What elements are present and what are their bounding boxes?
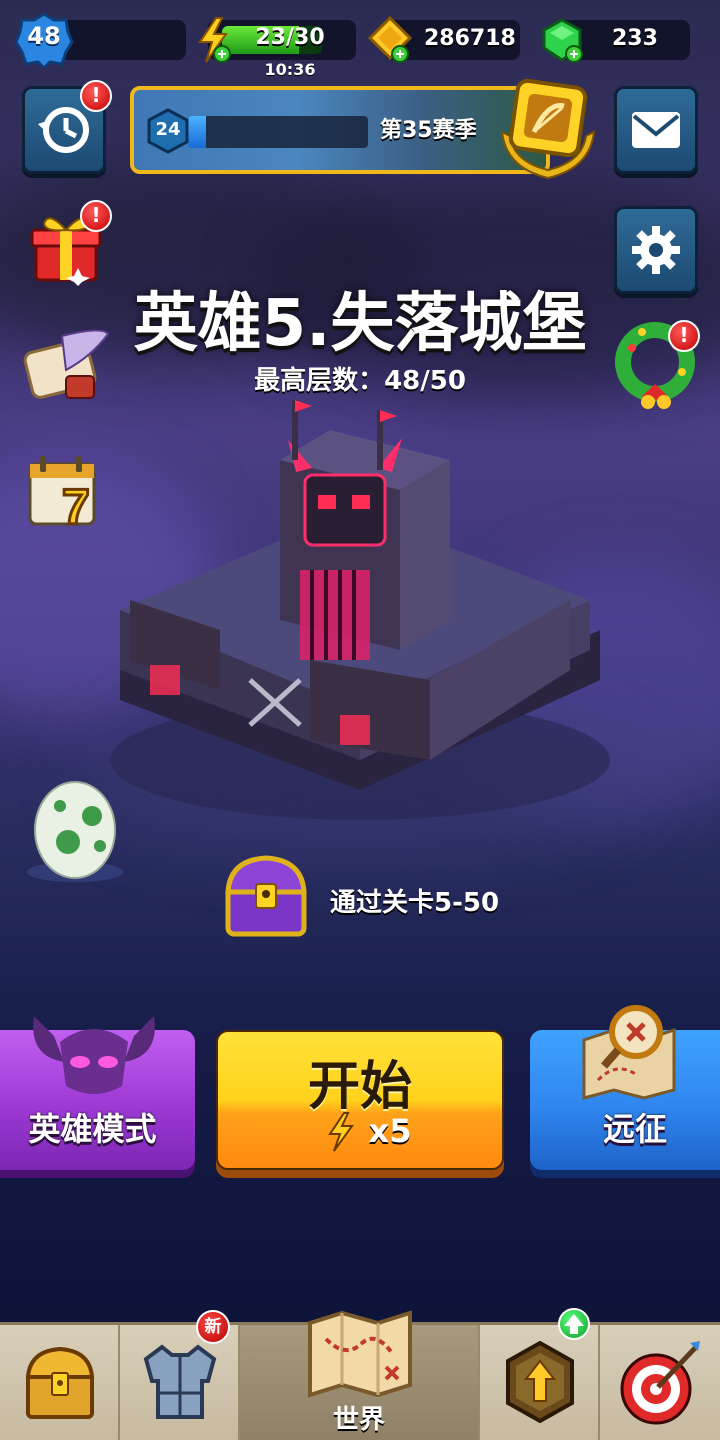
- start-button[interactable]: 开始 x5: [216, 1030, 504, 1170]
- treasure-map-magnifier-icon: [582, 1005, 676, 1100]
- reward-condition-text: 通过关卡5-50: [330, 888, 500, 918]
- world-map-icon: [308, 1310, 412, 1398]
- armor-chestplate-icon: [143, 1344, 217, 1419]
- demon-head-icon: [33, 1016, 155, 1094]
- coin-plus-icon[interactable]: [366, 16, 414, 64]
- gem-count: 233: [612, 26, 658, 51]
- spotted-egg-icon[interactable]: [20, 776, 130, 886]
- season-level: 24: [155, 119, 181, 140]
- nav-target-tab[interactable]: [600, 1325, 720, 1440]
- hero-mode-button[interactable]: 英雄模式: [0, 1016, 195, 1170]
- upgrade-available-badge: [558, 1308, 590, 1340]
- bottom-nav: 世界: [0, 1310, 720, 1440]
- gear-icon: [632, 226, 680, 274]
- coin-count: 286718: [424, 26, 516, 51]
- nav-world-label: 世界: [332, 1405, 385, 1435]
- energy-count: 23/30: [255, 25, 325, 50]
- castle-illustration: [110, 400, 610, 820]
- archery-target-icon: [620, 1341, 700, 1425]
- start-label: 开始: [307, 1057, 412, 1117]
- gem-plus-icon[interactable]: [538, 16, 586, 64]
- mail-button[interactable]: [614, 86, 698, 174]
- new-badge: 新: [196, 1310, 230, 1344]
- nav-equipment-tab[interactable]: [120, 1325, 240, 1440]
- up-arrow-icon: [564, 1314, 584, 1334]
- level-bar: [60, 20, 186, 60]
- purple-chest-icon: [225, 855, 307, 937]
- nav-world-tab[interactable]: 世界: [240, 1310, 480, 1440]
- hero-mode-label: 英雄模式: [28, 1110, 157, 1148]
- calendar-7-icon[interactable]: 7: [24, 452, 108, 532]
- upgrade-arrow-hexagon-icon: [506, 1341, 574, 1423]
- gift-alert-badge: !: [80, 200, 112, 232]
- start-energy-cost: x5: [368, 1112, 412, 1150]
- svg-text:7: 7: [62, 479, 90, 532]
- player-level: 48: [27, 22, 61, 50]
- season-bow-emblem-icon[interactable]: [492, 72, 604, 184]
- best-floor-label: 最高层数：48/50: [254, 366, 466, 396]
- expedition-button[interactable]: 远征: [530, 1005, 720, 1170]
- nav-talent-tab[interactable]: [480, 1325, 600, 1440]
- expedition-label: 远征: [602, 1110, 667, 1148]
- energy-timer: 10:36: [264, 60, 316, 79]
- envelope-icon: [632, 112, 680, 148]
- season-label: 第35赛季: [380, 118, 477, 143]
- chapter-title: 英雄5.失落城堡: [133, 287, 587, 361]
- treasure-chest-icon: [25, 1346, 95, 1419]
- nav-shop-tab[interactable]: [0, 1325, 120, 1440]
- history-alert-badge: !: [80, 80, 112, 112]
- history-clock-icon: [38, 107, 89, 153]
- season-progress-bar: [188, 116, 368, 148]
